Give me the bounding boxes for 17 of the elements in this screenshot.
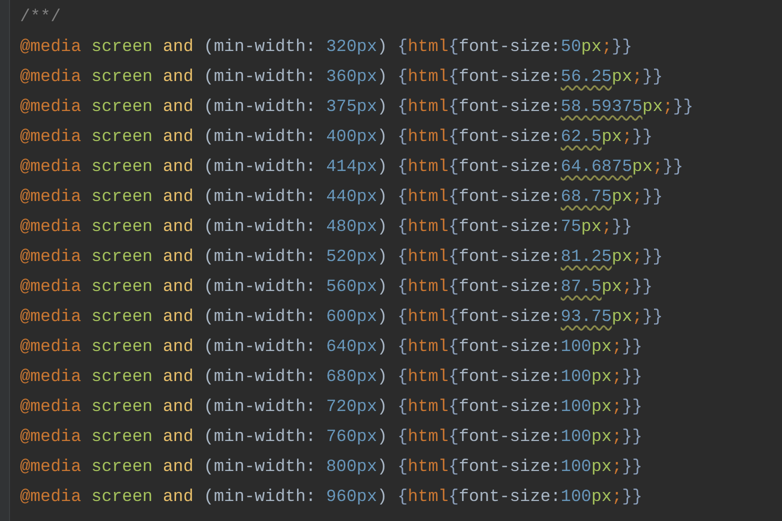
code-line: @media screen and (min-width: 640px) {html{font-size:100px;}} [20, 337, 644, 359]
code-line: @media screen and (min-width: 360px) {html{font-size:56.25px;}} [20, 67, 664, 89]
code-line: @media screen and (min-width: 440px) {html{font-size:68.75px;}} [20, 187, 664, 209]
code-line: @media screen and (min-width: 414px) {html{font-size:64.6875px;}} [20, 157, 684, 179]
code-line: @media screen and (min-width: 960px) {html{font-size:100px;}} [20, 487, 644, 509]
code-line: @media screen and (min-width: 680px) {html{font-size:100px;}} [20, 367, 644, 389]
code-line: @media screen and (min-width: 760px) {html{font-size:100px;}} [20, 427, 644, 449]
code-line: @media screen and (min-width: 520px) {html{font-size:81.25px;}} [20, 247, 664, 269]
code-line: @media screen and (min-width: 375px) {html{font-size:58.59375px;}} [20, 97, 694, 119]
code-line: @media screen and (min-width: 800px) {html{font-size:100px;}} [20, 457, 644, 479]
code-line: @media screen and (min-width: 320px) {html{font-size:50px;}} [20, 37, 634, 59]
code-line: @media screen and (min-width: 400px) {html{font-size:62.5px;}} [20, 127, 654, 149]
code-line: @media screen and (min-width: 560px) {html{font-size:87.5px;}} [20, 277, 654, 299]
code-line: @media screen and (min-width: 480px) {html{font-size:75px;}} [20, 217, 634, 239]
code-line: /**/ [20, 7, 62, 29]
code-line: @media screen and (min-width: 600px) {html{font-size:93.75px;}} [20, 307, 664, 329]
code-line: @media screen and (min-width: 720px) {html{font-size:100px;}} [20, 397, 644, 419]
